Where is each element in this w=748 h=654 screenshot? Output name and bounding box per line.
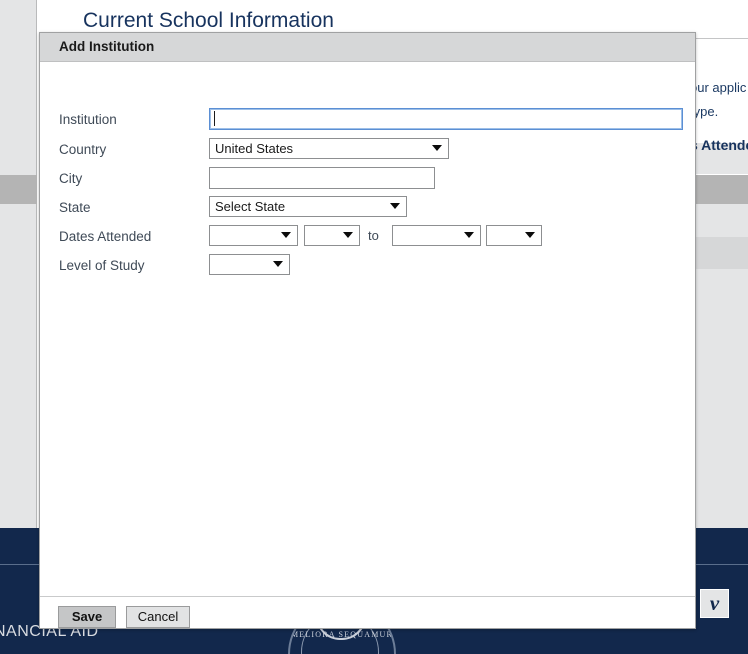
- seal-motto-text: MELIORA SEQUAMUR: [290, 630, 394, 639]
- left-sidebar: [0, 0, 37, 540]
- city-input[interactable]: [209, 167, 435, 189]
- dates-separator-label: to: [368, 228, 379, 243]
- chevron-down-icon: [273, 261, 283, 267]
- dates-from-year-select[interactable]: [304, 225, 360, 246]
- dialog-titlebar: Add Institution: [40, 33, 695, 62]
- state-select[interactable]: Select State: [209, 196, 407, 217]
- add-institution-dialog: Add Institution Institution Country Unit…: [39, 32, 696, 629]
- background-content-column: our applic type. s Attende: [696, 42, 748, 540]
- screen-root: und n s nt s Current School Information …: [0, 0, 748, 654]
- chevron-down-icon: [343, 232, 353, 238]
- chevron-down-icon: [432, 145, 442, 151]
- cancel-button[interactable]: Cancel: [126, 606, 190, 628]
- chevron-down-icon: [525, 232, 535, 238]
- country-select[interactable]: United States: [209, 138, 449, 159]
- chevron-down-icon: [464, 232, 474, 238]
- field-row-country: Country United States: [40, 138, 695, 167]
- country-select-value: United States: [215, 141, 294, 156]
- table-row: [696, 237, 748, 269]
- state-label: State: [59, 200, 91, 215]
- table-row: [696, 269, 748, 540]
- field-row-dates-attended: Dates Attended to: [40, 225, 695, 254]
- save-button[interactable]: Save: [58, 606, 116, 628]
- state-select-value: Select State: [215, 199, 286, 214]
- table-row: [696, 175, 748, 204]
- background-paragraph-line-1: our applic: [696, 80, 747, 95]
- institution-input[interactable]: [209, 108, 683, 130]
- dates-attended-label: Dates Attended: [59, 229, 152, 244]
- level-of-study-select[interactable]: [209, 254, 290, 275]
- dialog-body: Institution Country United States City S…: [40, 62, 695, 597]
- field-row-institution: Institution: [40, 108, 695, 137]
- background-subheading: s Attende: [696, 137, 748, 153]
- dates-from-month-select[interactable]: [209, 225, 298, 246]
- background-paragraph-line-2: type.: [696, 104, 719, 119]
- chevron-down-icon: [281, 232, 291, 238]
- dates-to-month-select[interactable]: [392, 225, 481, 246]
- text-cursor: [214, 111, 215, 126]
- field-row-state: State Select State: [40, 196, 695, 225]
- level-of-study-label: Level of Study: [59, 258, 145, 273]
- sidebar-highlight-row: [0, 175, 37, 204]
- table-row: [696, 204, 748, 237]
- dialog-title: Add Institution: [59, 39, 155, 54]
- dialog-footer: Save Cancel: [40, 596, 695, 628]
- vimeo-icon[interactable]: v: [700, 589, 729, 618]
- institution-label: Institution: [59, 112, 117, 127]
- city-label: City: [59, 171, 83, 186]
- page-title: Current School Information: [83, 9, 334, 32]
- field-row-level-of-study: Level of Study: [40, 254, 695, 283]
- country-label: Country: [59, 142, 107, 157]
- chevron-down-icon: [390, 203, 400, 209]
- dates-to-year-select[interactable]: [486, 225, 542, 246]
- field-row-city: City: [40, 167, 695, 196]
